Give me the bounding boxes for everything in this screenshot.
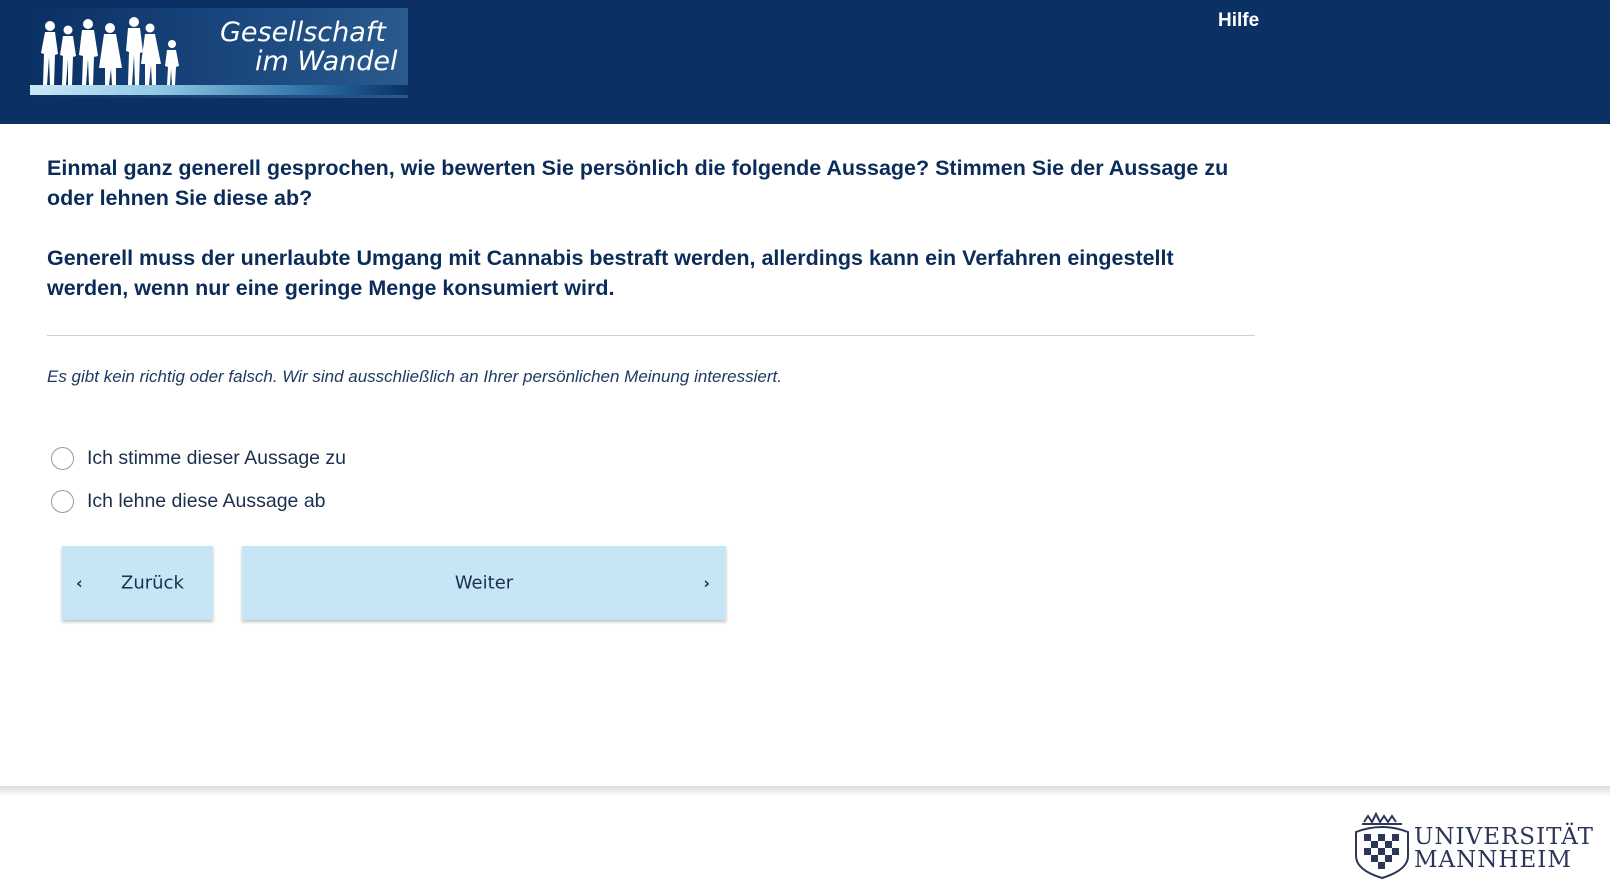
back-button[interactable]: ‹ Zurück: [62, 546, 213, 620]
university-wordmark: UNIVERSITÄT MANNHEIM: [1414, 826, 1594, 872]
next-button-label: Weiter: [454, 572, 514, 594]
statement-text: Generell muss der unerlaubte Umgang mit …: [47, 246, 1174, 300]
help-link[interactable]: Hilfe: [1218, 10, 1259, 32]
option-disagree[interactable]: Ich lehne diese Aussage ab: [51, 480, 346, 523]
university-mannheim-logo[interactable]: UNIVERSITÄT MANNHEIM: [1348, 808, 1600, 880]
radio-button-disagree[interactable]: [51, 490, 74, 513]
site-header: Gesellschaft im Wandel Hilfe: [0, 0, 1610, 124]
university-line-1: UNIVERSITÄT: [1414, 824, 1594, 850]
logo-gradient-band: [30, 85, 408, 95]
answer-options: Ich stimme dieser Aussage zu Ich lehne d…: [51, 437, 346, 523]
chevron-left-icon: ‹: [76, 573, 83, 593]
question-text: Einmal ganz generell gesprochen, wie bew…: [47, 156, 1229, 210]
instruction-hint: Es gibt kein richtig oder falsch. Wir si…: [47, 367, 782, 386]
option-label-agree: Ich stimme dieser Aussage zu: [87, 447, 347, 469]
logo-line-2: im Wandel: [255, 46, 398, 77]
back-button-label: Zurück: [121, 572, 184, 594]
gesellschaft-im-wandel-logo[interactable]: Gesellschaft im Wandel: [30, 8, 408, 98]
logo-line-1: Gesellschaft: [220, 17, 386, 48]
option-agree[interactable]: Ich stimme dieser Aussage zu: [51, 437, 346, 480]
university-crest-icon: [1355, 811, 1409, 880]
people-silhouettes-icon: [41, 17, 179, 85]
footer-divider: [0, 786, 1610, 796]
chevron-right-icon: ›: [703, 573, 710, 593]
logo-wordmark: Gesellschaft im Wandel: [210, 18, 398, 76]
divider: [47, 335, 1255, 336]
next-button[interactable]: Weiter ›: [242, 546, 726, 620]
question-block: Einmal ganz generell gesprochen, wie bew…: [47, 153, 1257, 303]
option-label-disagree: Ich lehne diese Aussage ab: [87, 490, 326, 512]
university-line-2: MANNHEIM: [1414, 847, 1572, 873]
radio-button-agree[interactable]: [51, 447, 74, 470]
